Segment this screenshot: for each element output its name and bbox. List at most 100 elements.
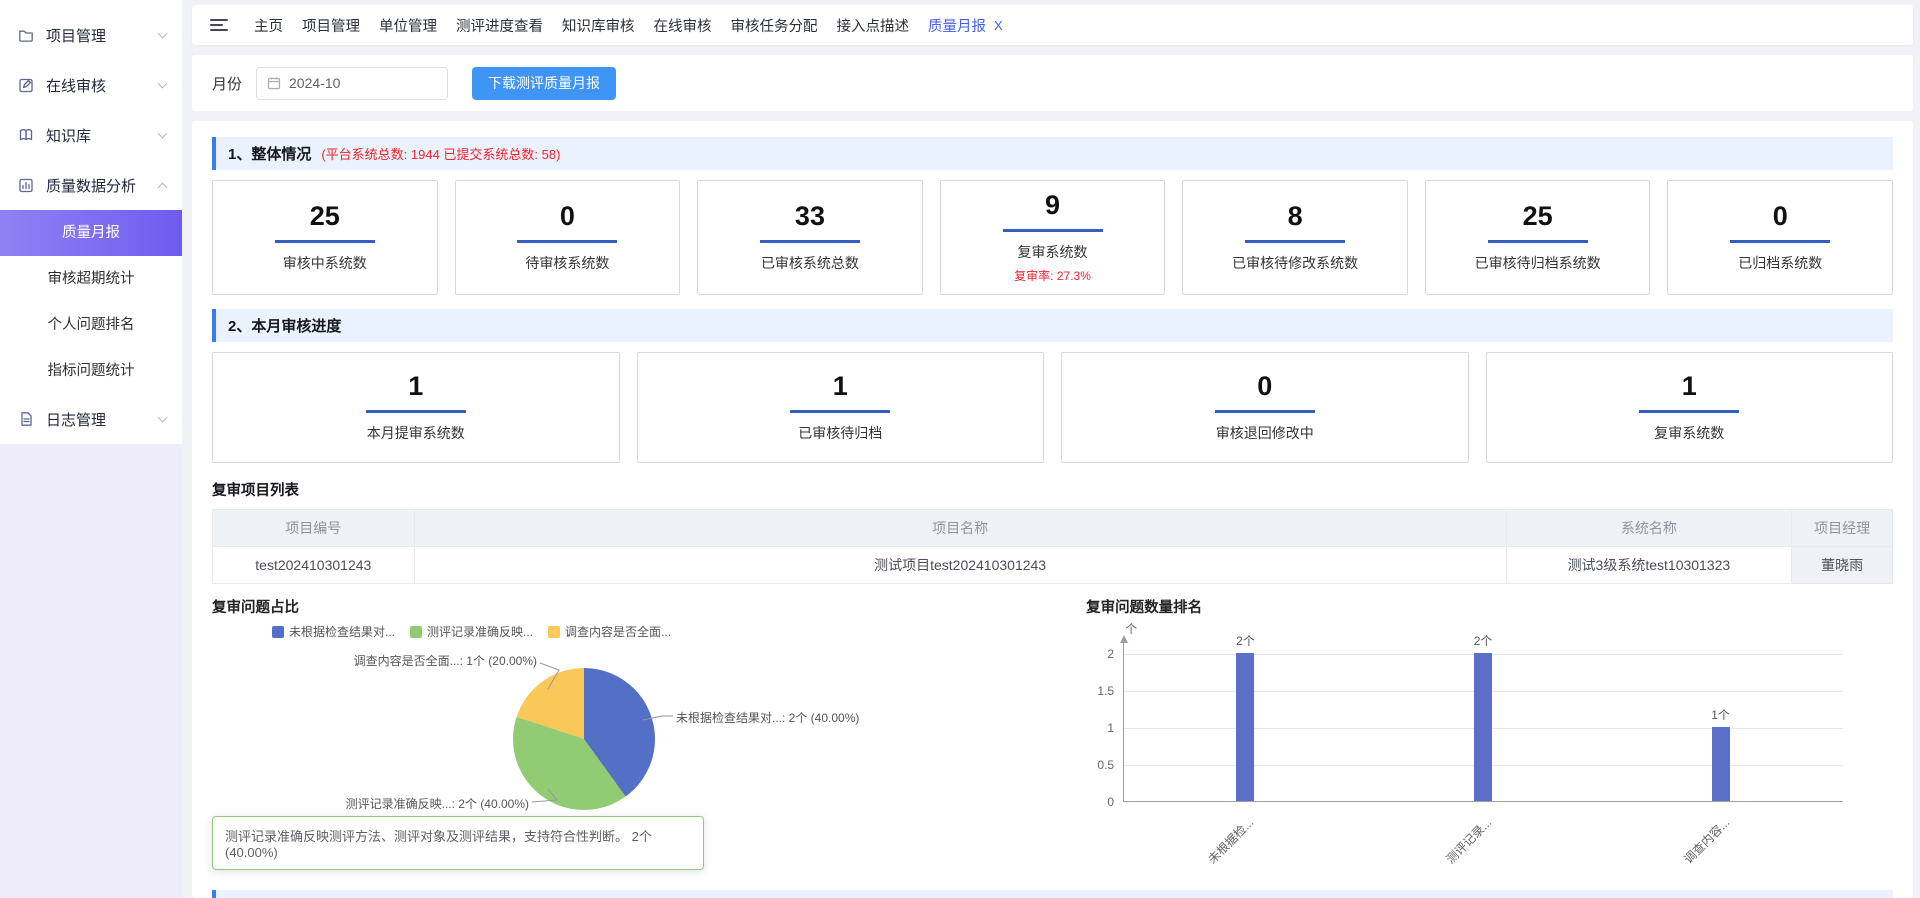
sidebar-item-project-management[interactable]: 项目管理 — [0, 10, 182, 60]
section-title: 2、本月审核进度 — [228, 315, 341, 336]
y-tick-label: 0 — [1107, 795, 1114, 809]
section-monthly-header: 2、本月审核进度 — [212, 309, 1893, 342]
sidebar-item-quality-data-analysis[interactable]: 质量数据分析 — [0, 160, 182, 210]
open-tabs: 主页 项目管理 单位管理 测评进度查看 知识库审核 在线审核 审核任务分配 接入… — [254, 15, 1003, 36]
stat-card-month-submitted: 1 本月提审系统数 — [212, 352, 620, 463]
sidebar-item-log-management[interactable]: 日志管理 — [0, 394, 182, 444]
legend-item-blue[interactable]: 未根据检查结果对... — [272, 623, 395, 640]
tab-task-assignment[interactable]: 审核任务分配 — [731, 15, 818, 36]
section-subtitle-red: (平台系统总数: 1944 已提交系统总数: 58) — [321, 144, 560, 163]
book-icon — [18, 126, 36, 144]
stat-underline — [1730, 240, 1830, 243]
sidebar-item-review-overdue-stats[interactable]: 审核超期统计 — [0, 256, 182, 302]
x-axis-line — [1123, 801, 1843, 802]
overall-stat-cards: 25 审核中系统数 0 待审核系统数 33 已审核系统总数 9 — [212, 180, 1893, 295]
y-tick-label: 0.5 — [1097, 758, 1114, 772]
bar-item-2[interactable] — [1474, 653, 1492, 801]
sidebar-item-label: 日志管理 — [46, 409, 159, 430]
stat-card-reviewed-total: 33 已审核系统总数 — [697, 180, 923, 295]
stat-value: 1 — [408, 372, 423, 402]
sidebar-nav: 项目管理 在线审核 知识库 质量数 — [0, 0, 182, 444]
legend-item-yellow[interactable]: 调查内容是否全面... — [548, 623, 671, 640]
stat-card-month-returned: 0 审核退回修改中 — [1061, 352, 1469, 463]
bar-plot-area: 个 2 1.5 1 0.5 0 — [1123, 654, 1843, 802]
filter-panel: 月份 2024-10 下载测评质量月报 — [192, 55, 1913, 111]
stat-label: 本月提审系统数 — [367, 423, 465, 443]
legend-swatch-blue — [272, 626, 284, 638]
stat-underline — [366, 410, 466, 413]
tab-online-review[interactable]: 在线审核 — [654, 15, 712, 36]
monthly-stat-cards: 1 本月提审系统数 1 已审核待归档 0 审核退回修改中 1 复 — [212, 352, 1893, 463]
sidebar-item-label: 项目管理 — [46, 25, 159, 46]
stat-label: 待审核系统数 — [525, 253, 609, 273]
stat-label: 已审核系统总数 — [761, 253, 859, 273]
tab-label: 质量月报 — [928, 15, 986, 36]
sidebar-item-quality-monthly-report[interactable]: 质量月报 — [0, 210, 182, 256]
bar-item-1[interactable] — [1236, 653, 1254, 801]
stat-value: 25 — [310, 202, 340, 232]
sidebar-item-personal-issue-ranking[interactable]: 个人问题排名 — [0, 302, 182, 348]
x-category-label: 未根据检... — [1204, 814, 1257, 867]
tab-knowledge-review[interactable]: 知识库审核 — [562, 15, 635, 36]
sidebar-item-label: 在线审核 — [46, 75, 159, 96]
tab-progress-view[interactable]: 测评进度查看 — [456, 15, 543, 36]
bar-item-3[interactable] — [1712, 727, 1730, 801]
month-value: 2024-10 — [289, 75, 340, 91]
stat-label: 审核中系统数 — [283, 253, 367, 273]
col-system-name: 系统名称 — [1506, 509, 1792, 546]
stat-underline — [1215, 410, 1315, 413]
stat-underline — [790, 410, 890, 413]
stat-underline — [1003, 229, 1103, 232]
bar-chart-block: 复审问题数量排名 个 2 1.5 1 0.5 0 — [1086, 596, 1893, 870]
main-area: 主页 项目管理 单位管理 测评进度查看 知识库审核 在线审核 审核任务分配 接入… — [182, 0, 1920, 898]
pie-plot-area: 调查内容是否全面...: 1个 (20.00%) 未根据检查结果对...: 2个… — [212, 642, 1086, 814]
stat-label: 已审核待归档系统数 — [1475, 253, 1601, 273]
col-project-manager: 项目经理 — [1792, 509, 1893, 546]
quality-analysis-submenu: 质量月报 审核超期统计 个人问题排名 指标问题统计 — [0, 210, 182, 394]
edit-icon — [18, 76, 36, 94]
stat-label: 已审核待归档 — [798, 423, 882, 443]
stat-value: 0 — [560, 202, 575, 232]
sidebar-item-label: 知识库 — [46, 125, 159, 146]
tab-home[interactable]: 主页 — [254, 15, 283, 36]
table-header-row: 项目编号 项目名称 系统名称 项目经理 — [213, 509, 1893, 546]
bar-chart-title: 复审问题数量排名 — [1086, 596, 1893, 616]
calendar-icon — [267, 76, 281, 90]
pie-graphic[interactable] — [513, 668, 655, 810]
month-picker-input[interactable]: 2024-10 — [256, 67, 448, 100]
cell-project-name: 测试项目test202410301243 — [414, 546, 1506, 583]
x-category-label: 调查内容... — [1680, 814, 1733, 867]
legend-swatch-green — [410, 626, 422, 638]
sidebar-item-knowledge-base[interactable]: 知识库 — [0, 110, 182, 160]
download-report-button[interactable]: 下载测评质量月报 — [472, 67, 616, 100]
tab-unit-management[interactable]: 单位管理 — [379, 15, 437, 36]
stat-label: 已归档系统数 — [1738, 253, 1822, 273]
table-row[interactable]: test202410301243 测试项目test202410301243 测试… — [213, 546, 1893, 583]
tab-access-point[interactable]: 接入点描述 — [837, 15, 910, 36]
col-project-name: 项目名称 — [414, 509, 1506, 546]
close-icon[interactable]: X — [994, 18, 1003, 33]
legend-item-green[interactable]: 测评记录准确反映... — [410, 623, 533, 640]
bar-value-label: 1个 — [1711, 706, 1730, 723]
menu-collapse-icon[interactable] — [210, 19, 228, 31]
sidebar-item-online-review[interactable]: 在线审核 — [0, 60, 182, 110]
cell-project-manager: 董晓雨 — [1792, 546, 1893, 583]
chevron-down-icon — [158, 28, 168, 38]
y-tick-label: 1 — [1107, 721, 1114, 735]
x-category-label: 测评记录... — [1442, 814, 1495, 867]
stat-underline — [1245, 240, 1345, 243]
stat-value: 0 — [1773, 202, 1788, 232]
stat-underline — [517, 240, 617, 243]
document-icon — [18, 410, 36, 428]
col-project-id: 项目编号 — [213, 509, 415, 546]
cell-system-name: 测试3级系统test10301323 — [1506, 546, 1792, 583]
tab-bar: 主页 项目管理 单位管理 测评进度查看 知识库审核 在线审核 审核任务分配 接入… — [192, 5, 1913, 45]
sidebar-item-indicator-issue-stats[interactable]: 指标问题统计 — [0, 348, 182, 394]
report-panel: 1、整体情况 (平台系统总数: 1944 已提交系统总数: 58) 25 审核中… — [192, 121, 1913, 898]
stat-value: 0 — [1257, 372, 1272, 402]
stat-card-archived: 0 已归档系统数 — [1667, 180, 1893, 295]
tab-quality-monthly-report[interactable]: 质量月报 X — [928, 15, 1003, 36]
sidebar: 项目管理 在线审核 知识库 质量数 — [0, 0, 182, 898]
bar-value-label: 2个 — [1474, 632, 1493, 649]
tab-project-management[interactable]: 项目管理 — [302, 15, 360, 36]
